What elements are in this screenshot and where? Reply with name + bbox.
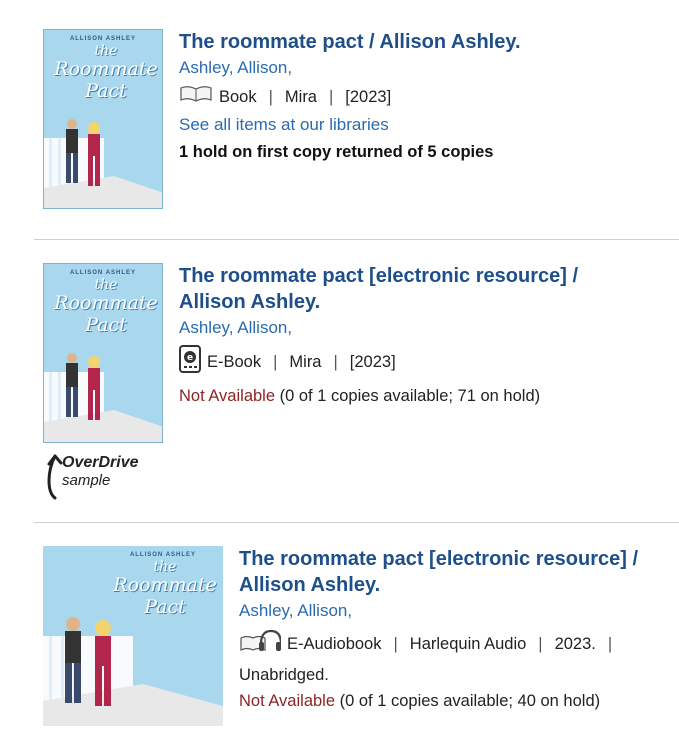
pub-year: [2023] [349,353,396,371]
ebook-icon: e [179,345,201,379]
format-line: Book | Mira | [2023] [179,85,669,109]
overdrive-brand: OverDrive [62,454,139,471]
see-all-items-link[interactable]: See all items at our libraries [179,114,669,136]
cover-author: ALLISON ASHLEY [69,36,137,42]
format-label: E-Book [207,353,262,371]
audiobook-icon [239,628,283,660]
availability-count: (0 of 1 copies available; 40 on hold) [339,692,601,710]
author-link[interactable]: Ashley, Allison, [179,317,669,339]
availability: Not Available (0 of 1 copies available; … [239,690,674,712]
author-link[interactable]: Ashley, Allison, [239,600,674,622]
book-cover-1[interactable]: ALLISON ASHLEY the Roommate Pact [43,29,163,209]
format-label: E-Audiobook [287,635,382,653]
overdrive-sample-label: sample [62,472,111,489]
result-title-link[interactable]: The roommate pact / Allison Ashley. [179,29,669,55]
publisher: Mira [284,88,317,106]
book-icon [179,85,213,109]
format-label: Book [219,88,257,106]
publisher: Harlequin Audio [409,635,527,653]
cover-title: the Roommate Pact [54,277,158,336]
result-title-link[interactable]: The roommate pact [electronic resource] … [179,263,669,315]
not-available-status: Not Available [239,692,336,710]
author-link[interactable]: Ashley, Allison, [179,57,669,79]
cover-author: ALLISON ASHLEY [69,270,137,276]
format-line: E-Audiobook | Harlequin Audio | 2023. | [239,628,674,660]
result-title-link[interactable]: The roommate pact [electronic resource] … [239,546,674,598]
hold-status: 1 hold on first copy returned of 5 copie… [179,143,494,161]
availability-count: (0 of 1 copies available; 71 on hold) [279,387,541,405]
svg-text:e: e [187,353,193,363]
format-line: e E-Book | Mira | [2023] [179,345,669,379]
publisher: Mira [289,353,322,371]
divider [34,239,679,240]
not-available-status: Not Available [179,387,276,405]
pub-year: 2023. [554,635,596,653]
overdrive-sample-button[interactable]: OverDrive sample [44,452,164,500]
cover-title: the Roommate Pact [54,43,158,102]
pub-year: [2023] [345,88,392,106]
edition: Unabridged. [239,666,329,684]
book-cover-2[interactable]: ALLISON ASHLEY the Roommate Pact [43,263,163,443]
cover-author: ALLISON ASHLEY [129,552,197,558]
book-cover-3[interactable]: ALLISON ASHLEY the Roommate Pact [43,546,223,726]
availability: Not Available (0 of 1 copies available; … [179,385,669,407]
divider [34,522,679,523]
